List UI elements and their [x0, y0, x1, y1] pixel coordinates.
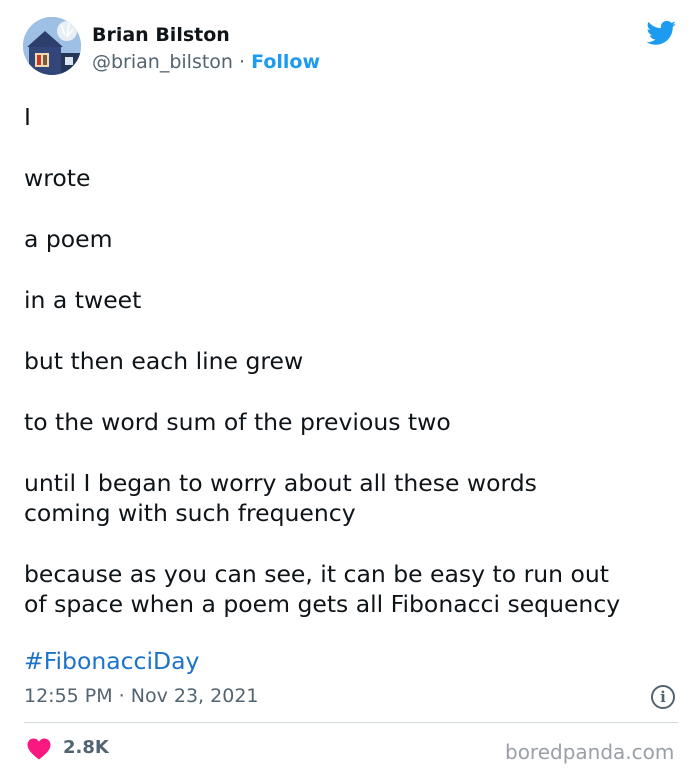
poem-line: in a tweet — [24, 286, 142, 314]
divider — [24, 722, 678, 723]
handle-row: @brian_bilston · Follow — [92, 51, 320, 73]
poem-line: of space when a poem gets all Fibonacci … — [24, 590, 621, 618]
poem-stanza-4: in a tweet — [24, 285, 684, 315]
hashtag-link[interactable]: #FibonacciDay — [24, 646, 199, 676]
separator: · — [232, 51, 252, 73]
poem-line: a poem — [24, 225, 113, 253]
like-count[interactable]: 2.8K — [63, 737, 109, 758]
avatar[interactable] — [23, 17, 81, 75]
info-icon[interactable]: i — [651, 685, 675, 709]
poem-stanza-6: to the word sum of the previous two — [24, 407, 684, 437]
tweet-card: Brian Bilston @brian_bilston · Follow I … — [0, 0, 700, 777]
poem-line: until I began to worry about all these w… — [24, 469, 537, 497]
poem-line: I — [24, 103, 31, 131]
follow-button[interactable]: Follow — [251, 51, 320, 73]
poem-stanza-8: because as you can see, it can be easy t… — [24, 559, 684, 619]
poem-line: wrote — [24, 164, 91, 192]
author-handle[interactable]: @brian_bilston — [92, 51, 233, 73]
heart-icon[interactable] — [27, 738, 51, 760]
poem-line: coming with such frequency — [24, 499, 356, 527]
poem-stanza-1: I — [24, 102, 684, 132]
twitter-bird-icon[interactable] — [645, 18, 678, 48]
poem-line: because as you can see, it can be easy t… — [24, 560, 609, 588]
poem-line: to the word sum of the previous two — [24, 408, 451, 436]
tweet-timestamp[interactable]: 12:55 PM · Nov 23, 2021 — [24, 685, 259, 707]
poem-stanza-7: until I began to worry about all these w… — [24, 468, 684, 528]
poem-line: but then each line grew — [24, 347, 304, 375]
poem-stanza-5: but then each line grew — [24, 346, 684, 376]
poem-stanza-2: wrote — [24, 163, 684, 193]
author-name[interactable]: Brian Bilston — [92, 24, 230, 46]
avatar-house-illustration — [23, 17, 81, 75]
tweet-text: I wrote a poem in a tweet but then each … — [24, 102, 684, 650]
watermark: boredpanda.com — [505, 740, 675, 764]
poem-stanza-3: a poem — [24, 224, 684, 254]
